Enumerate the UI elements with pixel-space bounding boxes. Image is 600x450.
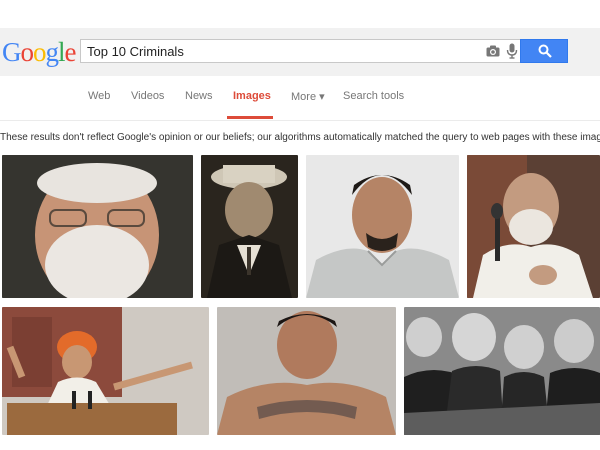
tab-more[interactable]: More ▾ <box>291 90 325 103</box>
portrait-image <box>217 307 396 435</box>
google-logo[interactable]: Google <box>2 37 76 68</box>
result-image-7[interactable] <box>404 307 600 435</box>
result-image-4[interactable] <box>467 155 600 298</box>
tab-web[interactable]: Web <box>88 90 110 102</box>
camera-icon[interactable] <box>486 45 500 57</box>
disclaimer-text: These results don't reflect Google's opi… <box>0 132 600 143</box>
active-tab-indicator <box>227 116 273 119</box>
logo-letter: e <box>64 37 77 67</box>
tab-images[interactable]: Images <box>233 90 271 102</box>
search-query[interactable]: Top 10 Criminals <box>87 44 184 59</box>
portrait-image <box>201 155 298 298</box>
search-icon <box>538 44 552 58</box>
result-image-1[interactable] <box>2 155 193 298</box>
portrait-image <box>2 307 209 435</box>
tab-videos[interactable]: Videos <box>131 90 164 102</box>
logo-letter: g <box>45 37 59 67</box>
logo-letter: o <box>20 37 34 67</box>
portrait-image <box>306 155 459 298</box>
logo-letter: o <box>33 37 46 67</box>
result-image-2[interactable] <box>201 155 298 298</box>
result-image-5[interactable] <box>2 307 209 435</box>
microphone-icon[interactable] <box>506 43 518 59</box>
portrait-image <box>467 155 600 298</box>
search-button[interactable] <box>520 39 568 63</box>
portrait-image <box>2 155 193 298</box>
search-input[interactable]: Top 10 Criminals <box>80 39 526 63</box>
logo-letter: G <box>2 37 21 67</box>
result-image-6[interactable] <box>217 307 396 435</box>
search-tabs: Web Videos News Images More ▾ Search too… <box>0 76 600 121</box>
result-image-3[interactable] <box>306 155 459 298</box>
tab-search-tools[interactable]: Search tools <box>343 90 404 102</box>
tab-news[interactable]: News <box>185 90 213 102</box>
portrait-image <box>404 307 600 435</box>
